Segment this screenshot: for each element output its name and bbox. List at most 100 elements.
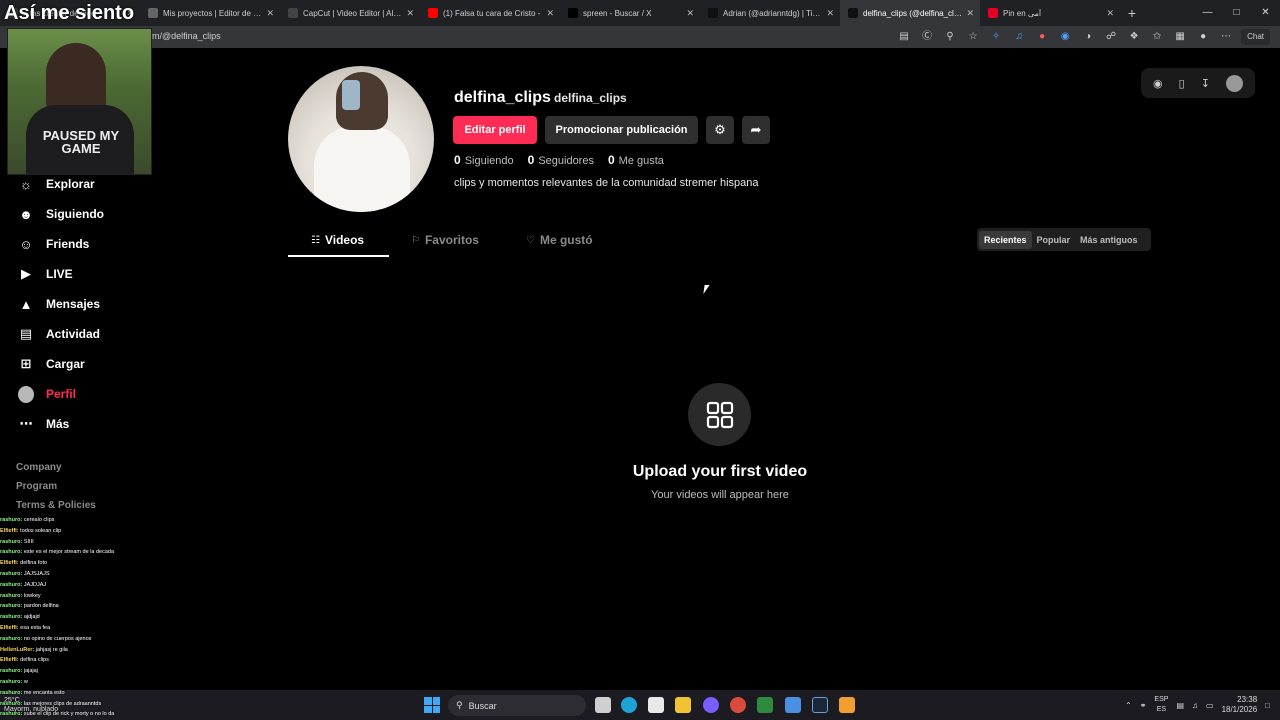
task-view-icon[interactable] <box>595 697 611 713</box>
profile-avatar[interactable] <box>288 66 434 212</box>
sidebar-item-mas[interactable]: ⋯ Más <box>18 416 70 432</box>
chat-text: las mejores clips de adraanntds <box>23 700 102 707</box>
chat-message: rashuro: SIIII <box>0 537 170 548</box>
minimize-icon[interactable]: — <box>1193 0 1222 26</box>
close-icon[interactable]: ✕ <box>826 8 834 19</box>
chat-username: rashuro: <box>0 711 23 718</box>
heart-icon: ♡ <box>526 234 535 246</box>
taskbar-search[interactable]: ⚲ Buscar <box>448 695 586 716</box>
tab-label: Mis proyectos | Editor de vídeo <box>163 8 263 18</box>
close-icon[interactable]: ✕ <box>1106 8 1114 19</box>
footer-link-terms[interactable]: Terms & Policies <box>16 500 96 511</box>
translate-icon[interactable]: Ⓒ <box>919 29 935 45</box>
footer-link-program[interactable]: Program <box>16 481 57 492</box>
app-icon[interactable] <box>839 697 855 713</box>
browser-tab[interactable]: CapCut | Video Editor | All-In-O ✕ <box>280 0 420 26</box>
extension-icon[interactable]: ☍ <box>1103 29 1119 45</box>
coins-icon[interactable]: ◉ <box>1153 77 1163 90</box>
zoom-icon[interactable]: ⚲ <box>942 29 958 45</box>
upload-icon: ⊞ <box>20 356 32 371</box>
profile-icon[interactable]: ● <box>1195 29 1211 45</box>
close-icon[interactable]: ✕ <box>406 8 414 19</box>
steam-icon[interactable] <box>812 697 828 713</box>
stat-following[interactable]: 0 Siguiendo <box>454 153 514 167</box>
sidebar-item-siguiendo[interactable]: ☻ Siguiendo <box>18 206 104 222</box>
puzzle-icon[interactable]: ❖ <box>1126 29 1142 45</box>
collections-icon[interactable]: ▦ <box>1172 29 1188 45</box>
network-icon[interactable]: ▤ <box>1176 701 1184 710</box>
sidebar-item-label: Actividad <box>46 327 101 341</box>
volume-icon[interactable]: ♫ <box>1192 701 1198 710</box>
tab-label: CapCut | Video Editor | All-In-O <box>303 8 403 18</box>
chat-button[interactable]: Chat <box>1241 29 1270 45</box>
close-icon[interactable]: ✕ <box>686 8 694 19</box>
chat-username: Elfieffi: <box>0 657 19 664</box>
chat-text: w <box>23 678 28 685</box>
sort-popular[interactable]: Popular <box>1032 231 1076 249</box>
sidebar-item-friends[interactable]: ☺ Friends <box>18 236 89 252</box>
browser-tab[interactable]: spreen - Buscar / X ✕ <box>560 0 700 26</box>
url-field[interactable]: m/@delfina_clips <box>152 31 221 41</box>
browser-tab[interactable]: delfina_clips (@delfina_clips) | T✕ <box>840 0 980 26</box>
close-icon[interactable]: ✕ <box>266 8 274 19</box>
microphone-icon[interactable]: ⚭ <box>1140 701 1147 710</box>
clock[interactable]: 23:38 18/1/2026 <box>1222 695 1258 715</box>
chrome-icon[interactable] <box>730 697 746 713</box>
tab-label: (1) Falsa tu cara de Cristo - <box>443 8 541 18</box>
star-icon[interactable]: ☆ <box>965 29 981 45</box>
share-button[interactable]: ➦ <box>742 116 770 144</box>
file-explorer-icon[interactable] <box>675 697 691 713</box>
avatar[interactable] <box>1225 74 1243 92</box>
windows-start-icon[interactable] <box>424 697 440 713</box>
language-indicator[interactable]: ESP ES <box>1154 695 1168 715</box>
sidebar-item-label: Perfil <box>46 387 77 401</box>
footer-link-company[interactable]: Company <box>16 462 62 473</box>
chat-text: no opino de cuerpos ajenos <box>23 635 92 642</box>
store-icon[interactable] <box>648 697 664 713</box>
sidebar-item-cargar[interactable]: ⊞ Cargar <box>18 356 85 372</box>
avatar-phone <box>342 80 360 110</box>
browser-tab[interactable]: (1) Falsa tu cara de Cristo - ✕ <box>420 0 560 26</box>
favorites-icon[interactable]: ✩ <box>1149 29 1165 45</box>
sidebar-item-explorar[interactable]: ☼ Explorar <box>18 176 95 192</box>
sort-mas-antiguos[interactable]: Más antiguos <box>1075 231 1143 249</box>
extension-icon[interactable]: ◉ <box>1057 29 1073 45</box>
discord-icon[interactable] <box>703 697 719 713</box>
battery-icon[interactable]: ▭ <box>1206 701 1214 710</box>
extension-icon[interactable]: ✧ <box>988 29 1004 45</box>
notification-icon[interactable]: □ <box>1265 701 1270 710</box>
tab-favoritos[interactable]: ⚐ Favoritos <box>411 233 479 247</box>
sidebar-item-mensajes[interactable]: ▲ Mensajes <box>18 296 100 312</box>
extension-icon[interactable]: ◑ <box>1080 29 1096 45</box>
promote-post-button[interactable]: Promocionar publicación <box>545 116 698 144</box>
tab-videos[interactable]: ☷ Videos <box>311 233 364 247</box>
stat-followers[interactable]: 0 Seguidores <box>528 153 594 167</box>
settings-button[interactable]: ⚙ <box>706 116 734 144</box>
sidebar-item-label: Friends <box>46 237 90 251</box>
maximize-icon[interactable]: □ <box>1222 0 1251 26</box>
browser-tab[interactable]: Mis proyectos | Editor de vídeo ✕ <box>140 0 280 26</box>
sidebar-item-label: Siguiendo <box>46 207 104 221</box>
more-icon[interactable]: ⋯ <box>1218 29 1234 45</box>
notepad-icon[interactable] <box>785 697 801 713</box>
edge-icon[interactable] <box>621 697 637 713</box>
sort-recientes[interactable]: Recientes <box>979 230 1032 249</box>
device-icon[interactable]: ▯ <box>1179 77 1185 90</box>
browser-tab[interactable]: Pin en آمی ✕ <box>980 0 1120 26</box>
edit-profile-button[interactable]: Editar perfil <box>453 116 537 144</box>
extension-icon[interactable]: ♫ <box>1011 29 1027 45</box>
close-icon[interactable]: ✕ <box>546 8 554 19</box>
download-icon[interactable]: ↧ <box>1201 77 1210 90</box>
sidebar-item-live[interactable]: ▶ LIVE <box>18 266 73 282</box>
reader-mode-icon[interactable]: ▤ <box>896 29 912 45</box>
sidebar-item-perfil[interactable]: Perfil <box>18 385 77 403</box>
close-icon[interactable]: ✕ <box>966 8 974 19</box>
browser-tab[interactable]: Adrian (@adrianntdg) | TikTok ✕ <box>700 0 840 26</box>
chevron-up-icon[interactable]: ⌃ <box>1125 701 1132 710</box>
close-window-icon[interactable]: ✕ <box>1251 0 1280 26</box>
extension-icon[interactable]: ● <box>1034 29 1050 45</box>
tab-me-gusto[interactable]: ♡ Me gustó <box>526 233 593 247</box>
new-tab-button[interactable]: + <box>1120 5 1144 21</box>
terminal-icon[interactable] <box>757 697 773 713</box>
sidebar-item-actividad[interactable]: ▤ Actividad <box>18 326 100 342</box>
